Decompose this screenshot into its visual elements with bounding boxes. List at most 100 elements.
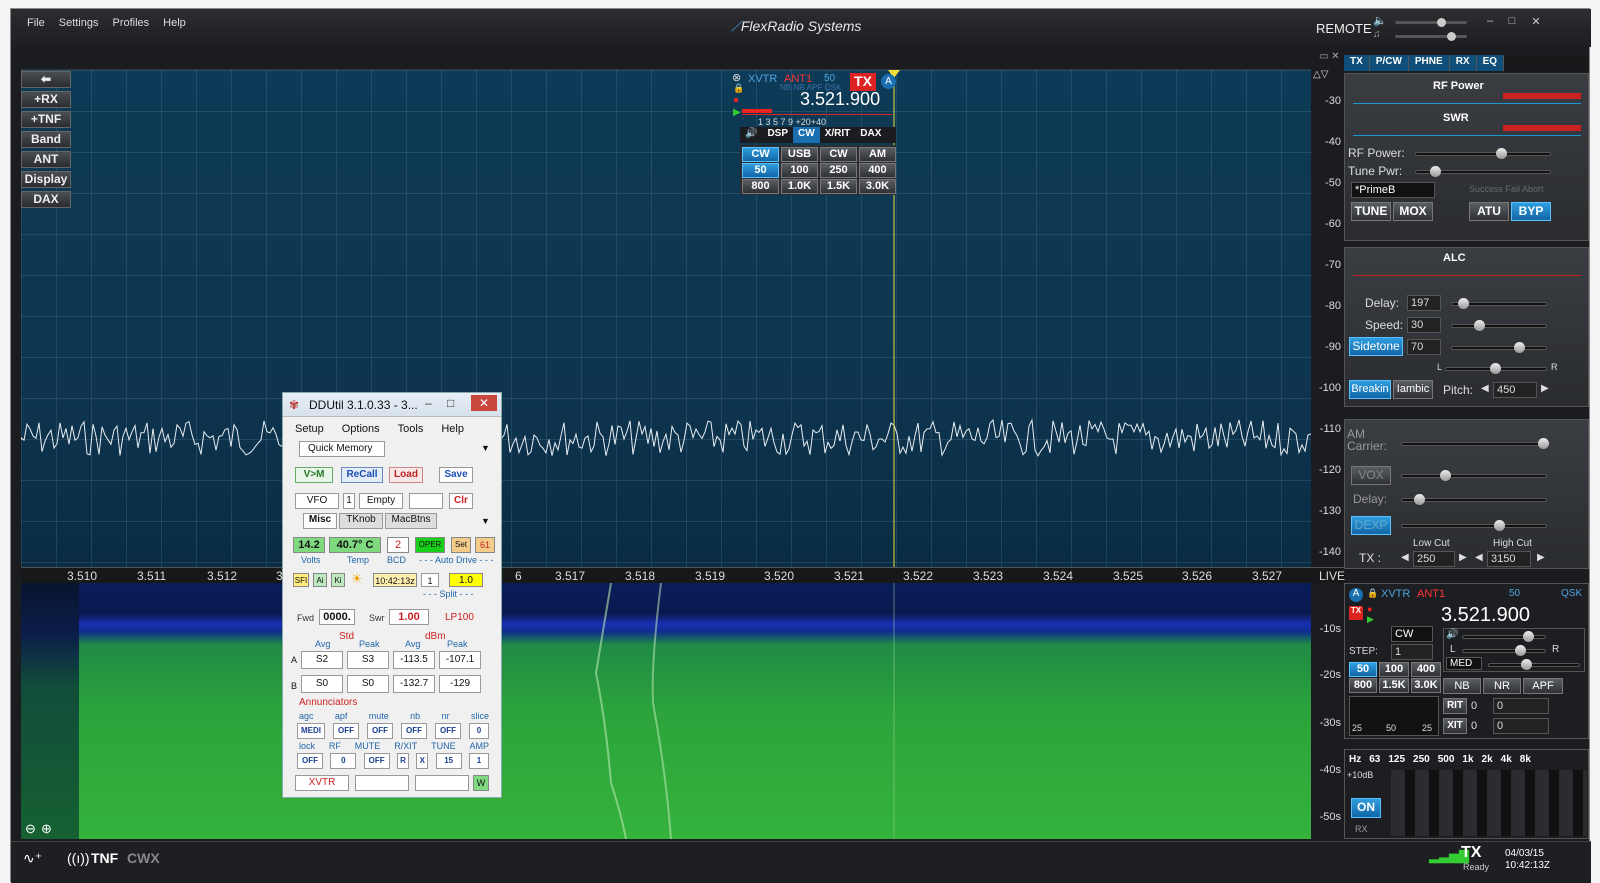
ddutil-minimize[interactable]: – bbox=[425, 396, 432, 410]
tab-cw[interactable]: CW bbox=[793, 127, 820, 143]
atu-button[interactable]: ATU bbox=[1469, 202, 1509, 221]
iambic-button[interactable]: Iambic bbox=[1393, 380, 1433, 399]
rx-xvtr-label[interactable]: XVTR bbox=[1381, 588, 1410, 600]
delay-value[interactable]: 197 bbox=[1407, 295, 1441, 311]
mode-am[interactable]: AM bbox=[859, 147, 896, 162]
tab-dax[interactable]: DAX bbox=[855, 127, 886, 143]
low-cut-value[interactable]: 250 bbox=[1413, 551, 1455, 567]
vox-slider[interactable] bbox=[1401, 470, 1547, 481]
slice-letter-a[interactable]: A bbox=[881, 74, 896, 89]
rx-filter-100[interactable]: 100 bbox=[1379, 662, 1409, 677]
maximize-button[interactable]: □ bbox=[1503, 15, 1521, 29]
quick-memory-tab[interactable]: Quick Memory bbox=[299, 441, 385, 457]
rx-lock-icon[interactable]: 🔒 bbox=[1367, 588, 1378, 599]
rit-offset[interactable]: 0 bbox=[1493, 698, 1549, 714]
ph-delay-slider[interactable] bbox=[1401, 494, 1547, 505]
low-cut-up-icon[interactable]: ▶ bbox=[1459, 552, 1467, 563]
band-button[interactable]: Band bbox=[21, 131, 71, 148]
save-button[interactable]: Save bbox=[439, 467, 473, 483]
menu-profiles[interactable]: Profiles bbox=[112, 17, 149, 29]
filter-50[interactable]: 50 bbox=[742, 163, 779, 178]
spin-value[interactable]: 1 bbox=[421, 573, 439, 587]
memory-slot[interactable]: 1 bbox=[343, 493, 355, 509]
xit-button[interactable]: XIT bbox=[1443, 718, 1467, 734]
v-to-m-button[interactable]: V>M bbox=[295, 467, 333, 483]
speed-slider[interactable] bbox=[1451, 320, 1547, 331]
ant-button[interactable]: ANT bbox=[21, 151, 71, 168]
nr-button[interactable]: NR bbox=[1483, 678, 1521, 694]
tabs-dropdown-icon[interactable]: ▼ bbox=[481, 516, 490, 526]
tab-xrit[interactable]: X/RIT bbox=[820, 127, 856, 143]
apf-button[interactable]: APF bbox=[1523, 678, 1563, 694]
rx-filter-3k[interactable]: 3.0K bbox=[1411, 678, 1441, 693]
record-icon[interactable]: ● bbox=[733, 95, 739, 106]
slice-flag[interactable]: ⊗ 🔒 ● ▶ XVTR ANT1 50 NB NR APF QSK TX A … bbox=[732, 71, 900, 195]
memory-extra[interactable] bbox=[409, 493, 443, 509]
add-rx-button[interactable]: +RX bbox=[21, 91, 71, 108]
high-cut-down-icon[interactable]: ◀ bbox=[1475, 552, 1483, 563]
tune-pwr-slider[interactable] bbox=[1415, 166, 1551, 177]
ddutil-close[interactable]: ✕ bbox=[471, 395, 497, 411]
filter-1-5k[interactable]: 1.5K bbox=[820, 179, 857, 194]
rx-filter-800[interactable]: 800 bbox=[1349, 678, 1377, 693]
delay-slider[interactable] bbox=[1451, 298, 1547, 309]
high-cut-value[interactable]: 3150 bbox=[1487, 551, 1531, 567]
ddutil-maximize[interactable]: □ bbox=[447, 396, 454, 410]
master-volume-slider[interactable] bbox=[1395, 18, 1467, 27]
tab-tx[interactable]: TX bbox=[1344, 55, 1370, 71]
eq-on-button[interactable]: ON bbox=[1351, 798, 1381, 818]
menu-settings[interactable]: Settings bbox=[59, 17, 99, 29]
pitch-down-icon[interactable]: ◀ bbox=[1481, 383, 1489, 394]
vfo-field[interactable]: VFO bbox=[295, 493, 339, 509]
filter-400[interactable]: 400 bbox=[859, 163, 896, 178]
high-cut-up-icon[interactable]: ▶ bbox=[1537, 552, 1545, 563]
tknob-tab[interactable]: TKnob bbox=[339, 513, 383, 529]
agc-threshold-slider[interactable] bbox=[1488, 659, 1580, 670]
dexp-button[interactable]: DEXP bbox=[1351, 516, 1391, 535]
headphone-volume-slider[interactable] bbox=[1395, 32, 1467, 41]
sidetone-button[interactable]: Sidetone bbox=[1349, 337, 1403, 356]
sidetone-value[interactable]: 70 bbox=[1407, 339, 1441, 355]
play-icon[interactable]: ▶ bbox=[733, 107, 741, 118]
xvtr-field[interactable]: XVTR bbox=[295, 775, 349, 791]
cwx-toggle[interactable]: CWX bbox=[127, 850, 160, 866]
minimize-button[interactable]: – bbox=[1481, 15, 1499, 29]
misc-tab[interactable]: Misc bbox=[303, 513, 337, 529]
ddutil-field-2[interactable] bbox=[355, 775, 409, 791]
pitch-up-icon[interactable]: ▶ bbox=[1541, 383, 1549, 394]
rx-filter-1-5k[interactable]: 1.5K bbox=[1379, 678, 1409, 693]
memory-name[interactable]: Empty bbox=[359, 493, 403, 509]
add-tnf-button[interactable]: +TNF bbox=[21, 111, 71, 128]
dax-button[interactable]: DAX bbox=[21, 191, 71, 208]
ddutil-field-3[interactable] bbox=[415, 775, 469, 791]
cw-pan-slider[interactable] bbox=[1445, 363, 1547, 374]
tnf-toggle[interactable]: TNF bbox=[91, 850, 118, 866]
frequency-axis[interactable]: 3.510 3.511 3.512 3.5 6 3.517 3.518 3.51… bbox=[21, 567, 1346, 583]
tab-dsp[interactable]: DSP bbox=[762, 127, 793, 143]
eq-slider-bank[interactable] bbox=[1391, 770, 1587, 836]
qm-dropdown-icon[interactable]: ▼ bbox=[481, 443, 490, 453]
oper-button[interactable]: OPER bbox=[415, 537, 445, 553]
ddutil-menu-help[interactable]: Help bbox=[441, 423, 464, 435]
byp-button[interactable]: BYP bbox=[1511, 202, 1551, 221]
ddutil-menu-setup[interactable]: Setup bbox=[295, 423, 324, 435]
speed-value[interactable]: 30 bbox=[1407, 317, 1441, 333]
xit-offset[interactable]: 0 bbox=[1493, 718, 1549, 734]
vox-button[interactable]: VOX bbox=[1351, 466, 1391, 485]
pitch-value[interactable]: 450 bbox=[1493, 382, 1537, 398]
rx-audio-icon[interactable]: 🔊 bbox=[1446, 629, 1458, 640]
mode-select[interactable]: CW bbox=[742, 147, 779, 162]
slice-a-icon[interactable]: A bbox=[1349, 588, 1363, 602]
filter-800[interactable]: 800 bbox=[742, 179, 779, 194]
clear-button[interactable]: Clr bbox=[449, 493, 473, 509]
xvtr-label[interactable]: XVTR bbox=[748, 73, 777, 85]
zoom-in-icon[interactable]: ⊕ bbox=[41, 821, 52, 837]
menu-help[interactable]: Help bbox=[163, 17, 186, 29]
filter-250[interactable]: 250 bbox=[820, 163, 857, 178]
slice-frequency[interactable]: 3.521.900 bbox=[800, 89, 880, 110]
panadapter[interactable] bbox=[21, 69, 1311, 570]
rit-button[interactable]: RIT bbox=[1443, 698, 1467, 714]
filter-shape-graphic[interactable]: 25 50 25 bbox=[1349, 696, 1439, 736]
filter-1k[interactable]: 1.0K bbox=[781, 179, 818, 194]
rx-play-icon[interactable]: ▶ bbox=[1367, 614, 1374, 625]
